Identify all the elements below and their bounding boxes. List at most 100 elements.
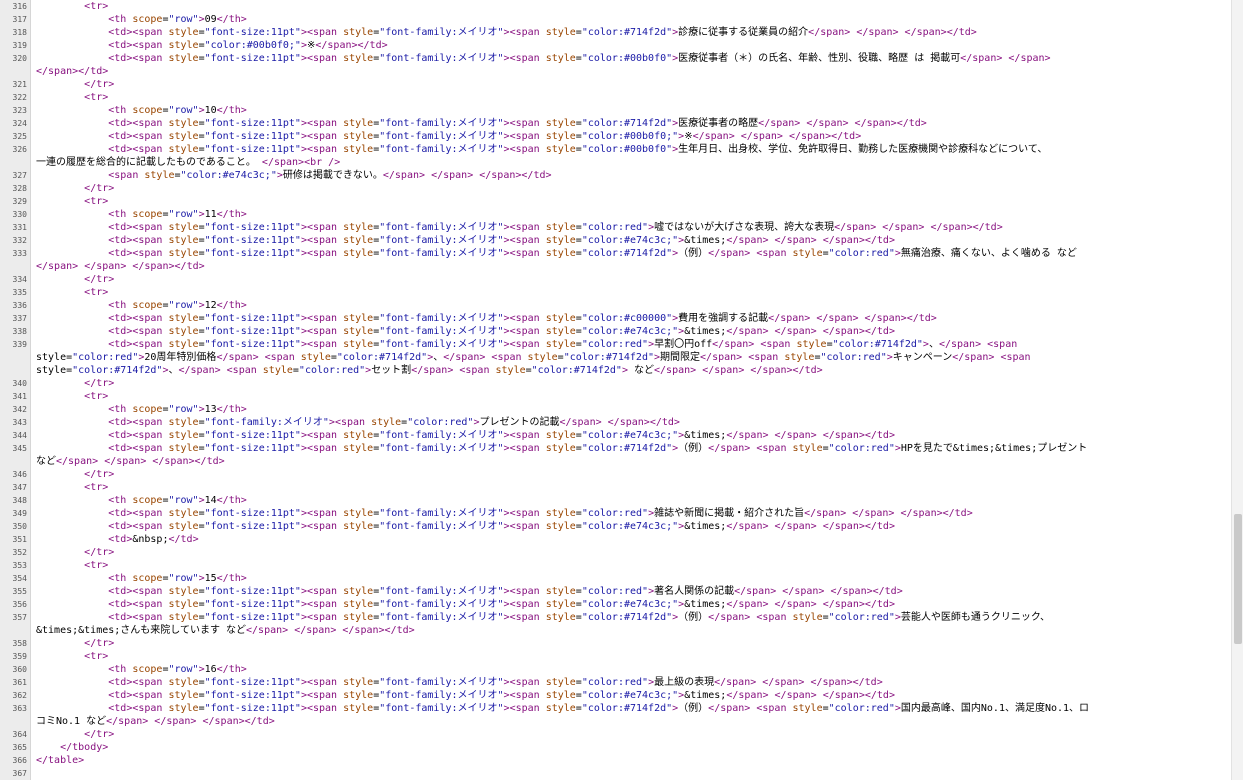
code-line-text: <td><span style="font-family:メイリオ"><span… bbox=[108, 417, 680, 428]
code-line-text: 一連の履歴を総合的に記載したものであること。 </span><br /> bbox=[36, 157, 341, 168]
code-line: 316 <tr> bbox=[0, 0, 1230, 13]
code-line: 324 <td><span style="font-size:11pt"><sp… bbox=[0, 117, 1230, 130]
code-line-text: <td><span style="font-size:11pt"><span s… bbox=[108, 248, 1077, 259]
code-line-text: <td><span style="font-size:11pt"><span s… bbox=[108, 222, 1003, 233]
code-line-text: <td><span style="font-size:11pt"><span s… bbox=[108, 339, 1018, 350]
code-line: 322 <tr> bbox=[0, 91, 1230, 104]
code-line: 344 <td><span style="font-size:11pt"><sp… bbox=[0, 429, 1230, 442]
code-line-text: など</span> </span> </span></td> bbox=[36, 456, 225, 467]
code-line-text: </tr> bbox=[84, 469, 115, 480]
scrollbar-thumb[interactable] bbox=[1234, 514, 1242, 644]
code-line-text: <th scope="row">13</th> bbox=[108, 404, 247, 415]
code-line: 328 </tr> bbox=[0, 182, 1230, 195]
line-number: 350 bbox=[12, 522, 27, 531]
code-line: 330 <th scope="row">11</th> bbox=[0, 208, 1230, 221]
code-line: 365 </tbody> bbox=[0, 741, 1230, 754]
line-number: 323 bbox=[12, 106, 27, 115]
code-line: 359 <tr> bbox=[0, 650, 1230, 663]
code-line: 367 bbox=[0, 767, 1230, 780]
code-line-text: <td><span style="font-size:11pt"><span s… bbox=[108, 430, 895, 441]
line-number: 356 bbox=[12, 600, 27, 609]
line-number: 316 bbox=[12, 2, 27, 11]
code-line-text: <td>&nbsp;</td> bbox=[108, 534, 199, 545]
code-line: 353 <tr> bbox=[0, 559, 1230, 572]
line-number: 328 bbox=[12, 184, 27, 193]
code-line-text: </tbody> bbox=[60, 742, 109, 753]
line-number: 344 bbox=[12, 431, 27, 440]
code-line-text: <td><span style="font-size:11pt"><span s… bbox=[108, 443, 1088, 454]
code-line-text: </tr> bbox=[84, 274, 115, 285]
code-line: 364 </tr> bbox=[0, 728, 1230, 741]
code-line: 337 <td><span style="font-size:11pt"><sp… bbox=[0, 312, 1230, 325]
code-line: 333 <td><span style="font-size:11pt"><sp… bbox=[0, 247, 1230, 260]
line-number: 338 bbox=[12, 327, 27, 336]
code-line: 321 </tr> bbox=[0, 78, 1230, 91]
code-line-text: &times;&times;さんも来院しています など</span> </spa… bbox=[36, 625, 415, 636]
code-line: &times;&times;さんも来院しています など</span> </spa… bbox=[0, 624, 1230, 637]
code-line: 338 <td><span style="font-size:11pt"><sp… bbox=[0, 325, 1230, 338]
line-number: 317 bbox=[12, 15, 27, 24]
line-number: 329 bbox=[12, 197, 27, 206]
line-number: 318 bbox=[12, 28, 27, 37]
code-line-text: <td><span style="font-size:11pt"><span s… bbox=[108, 235, 895, 246]
code-line-text: <th scope="row">12</th> bbox=[108, 300, 247, 311]
code-line: 334 </tr> bbox=[0, 273, 1230, 286]
code-line: など</span> </span> </span></td> bbox=[0, 455, 1230, 468]
code-line: 348 <th scope="row">14</th> bbox=[0, 494, 1230, 507]
line-number: 330 bbox=[12, 210, 27, 219]
code-line: 361 <td><span style="font-size:11pt"><sp… bbox=[0, 676, 1230, 689]
code-line: 336 <th scope="row">12</th> bbox=[0, 299, 1230, 312]
line-number: 358 bbox=[12, 639, 27, 648]
code-line: 356 <td><span style="font-size:11pt"><sp… bbox=[0, 598, 1230, 611]
line-number: 361 bbox=[12, 678, 27, 687]
code-line: 349 <td><span style="font-size:11pt"><sp… bbox=[0, 507, 1230, 520]
code-view[interactable]: 316 <tr> 317 <th scope="row">09</th> 318 <… bbox=[0, 0, 1230, 780]
code-line: </span></td> bbox=[0, 65, 1230, 78]
code-line: 363 <td><span style="font-size:11pt"><sp… bbox=[0, 702, 1230, 715]
code-line-text: </tr> bbox=[84, 183, 115, 194]
code-line-text: <span style="color:#e74c3c;">研修は掲載できない。<… bbox=[108, 170, 552, 181]
code-line-text: <td><span style="font-size:11pt"><span s… bbox=[108, 53, 1051, 64]
code-line: 329 <tr> bbox=[0, 195, 1230, 208]
line-number: 365 bbox=[12, 743, 27, 752]
code-line: 351 <td>&nbsp;</td> bbox=[0, 533, 1230, 546]
code-line: 331 <td><span style="font-size:11pt"><sp… bbox=[0, 221, 1230, 234]
line-number: 364 bbox=[12, 730, 27, 739]
code-line-text: <th scope="row">10</th> bbox=[108, 105, 247, 116]
code-line-text: <td><span style="color:#00b0f0;">※</span… bbox=[108, 40, 388, 51]
code-line: 350 <td><span style="font-size:11pt"><sp… bbox=[0, 520, 1230, 533]
line-number: 348 bbox=[12, 496, 27, 505]
code-line: 357 <td><span style="font-size:11pt"><sp… bbox=[0, 611, 1230, 624]
code-line-text: </tr> bbox=[84, 547, 115, 558]
code-line-text: <td><span style="font-size:11pt"><span s… bbox=[108, 690, 895, 701]
line-number: 353 bbox=[12, 561, 27, 570]
code-line-text: <td><span style="font-size:11pt"><span s… bbox=[108, 521, 895, 532]
code-line-text: <tr> bbox=[84, 92, 109, 103]
line-number: 337 bbox=[12, 314, 27, 323]
line-number: 359 bbox=[12, 652, 27, 661]
code-line-text: <tr> bbox=[84, 196, 109, 207]
code-line: 340 </tr> bbox=[0, 377, 1230, 390]
code-line: style="color:#714f2d">、</span> <span sty… bbox=[0, 364, 1230, 377]
code-line-text: <td><span style="font-size:11pt"><span s… bbox=[108, 27, 977, 38]
code-line: 358 </tr> bbox=[0, 637, 1230, 650]
line-number: 340 bbox=[12, 379, 27, 388]
code-line-text: コミNo.1 など</span> </span> </span></td> bbox=[36, 716, 275, 727]
code-line: 327 <span style="color:#e74c3c;">研修は掲載でき… bbox=[0, 169, 1230, 182]
code-line-text: <td><span style="font-size:11pt"><span s… bbox=[108, 586, 903, 597]
code-line-text: <th scope="row">15</th> bbox=[108, 573, 247, 584]
vertical-scrollbar[interactable] bbox=[1231, 0, 1243, 780]
code-line-text: <tr> bbox=[84, 651, 109, 662]
code-line-text: </tr> bbox=[84, 729, 115, 740]
code-line: 342 <th scope="row">13</th> bbox=[0, 403, 1230, 416]
code-line: 319 <td><span style="color:#00b0f0;">※</… bbox=[0, 39, 1230, 52]
code-line-text: <td><span style="font-size:11pt"><span s… bbox=[108, 131, 862, 142]
code-line-text: <th scope="row">14</th> bbox=[108, 495, 247, 506]
code-line-text: <td><span style="font-size:11pt"><span s… bbox=[108, 677, 883, 688]
line-number: 320 bbox=[12, 54, 27, 63]
code-line: 341 <tr> bbox=[0, 390, 1230, 403]
line-number: 325 bbox=[12, 132, 27, 141]
line-number: 319 bbox=[12, 41, 27, 50]
line-number: 341 bbox=[12, 392, 27, 401]
code-line-text: <td><span style="font-size:11pt"><span s… bbox=[108, 313, 937, 324]
